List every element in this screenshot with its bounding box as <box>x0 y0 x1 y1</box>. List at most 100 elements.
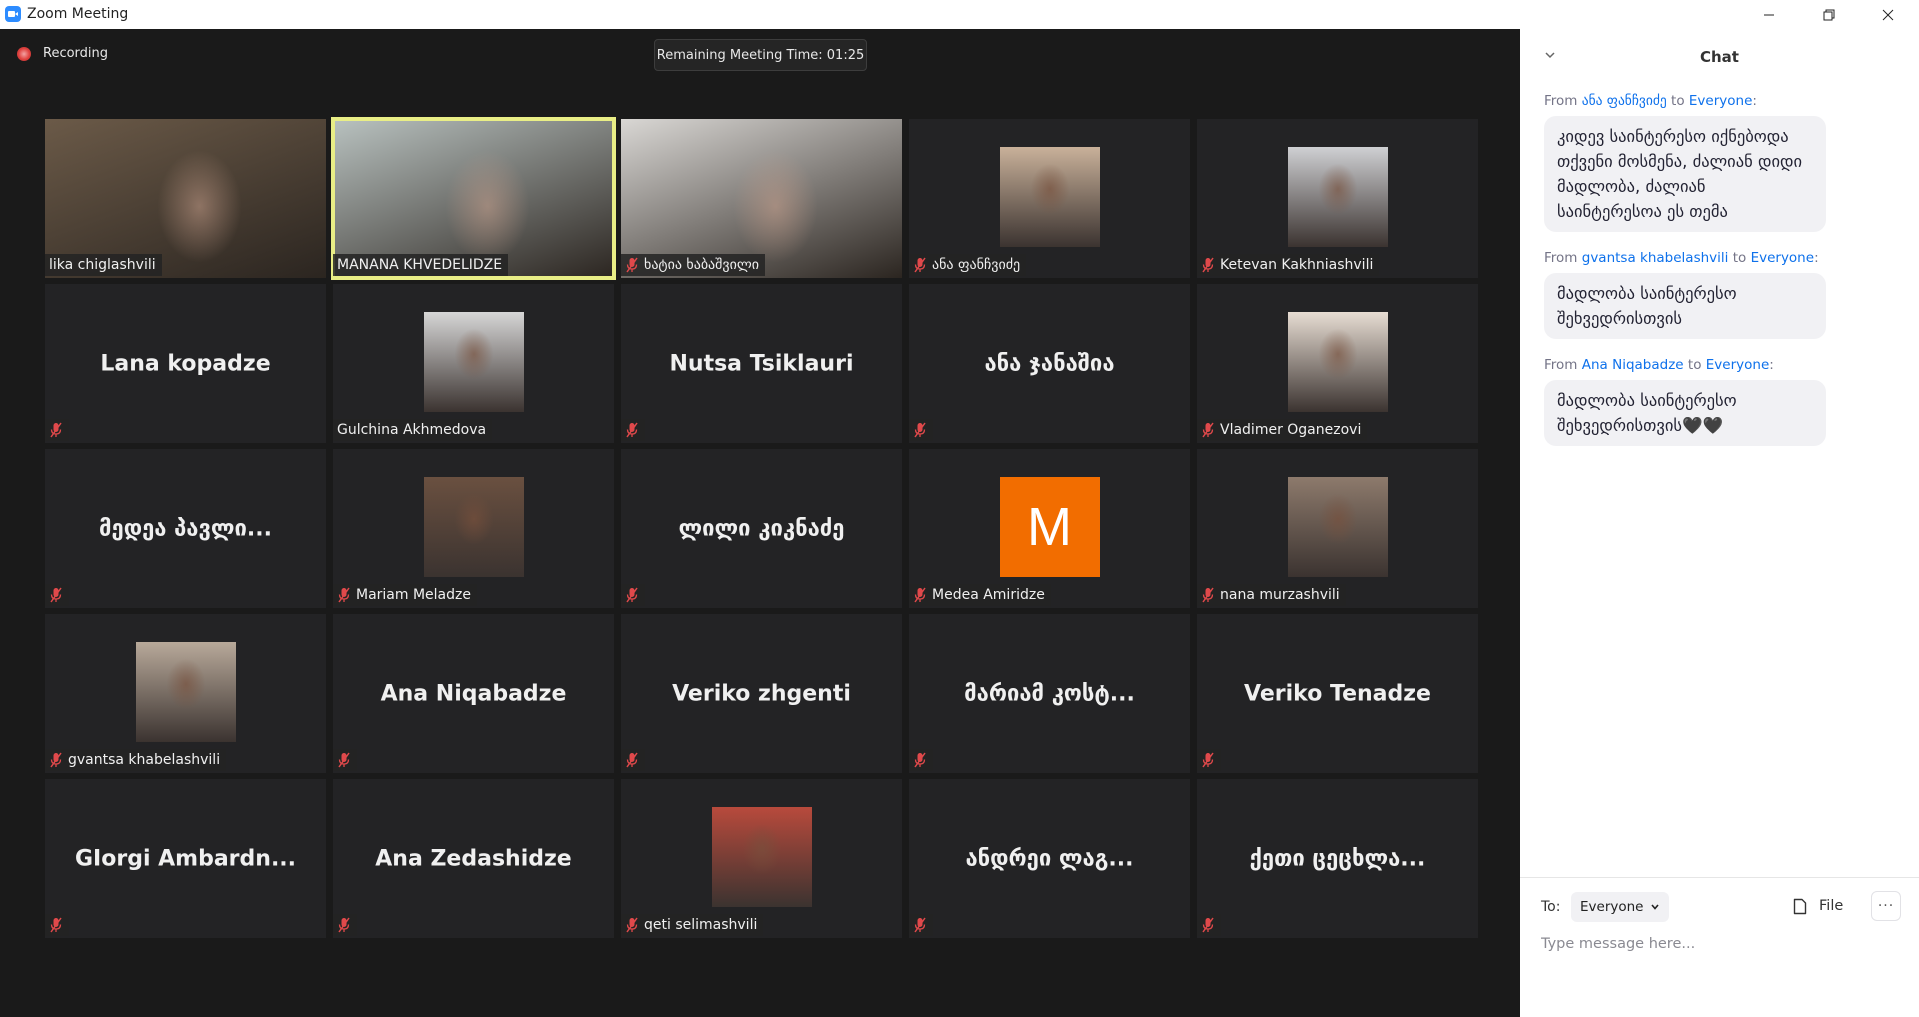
recipient-dropdown[interactable]: Everyone <box>1571 892 1669 922</box>
participant-tile[interactable]: Lana kopadze <box>45 284 326 443</box>
participant-name-bar: Vladimer Oganezovi <box>1197 419 1368 441</box>
participant-name-label: Mariam Meladze <box>356 587 471 603</box>
participant-display-name: GIorgi Ambardn... <box>74 846 297 871</box>
minimize-icon <box>1764 14 1774 15</box>
participant-tile[interactable]: მარიამ კოსტ... <box>909 614 1190 773</box>
participant-tile[interactable]: Ana Niqabadze <box>333 614 614 773</box>
participant-tile[interactable]: Veriko zhgenti <box>621 614 902 773</box>
participant-tile[interactable]: Gulchina Akhmedova <box>333 284 614 443</box>
participant-tile[interactable]: GIorgi Ambardn... <box>45 779 326 938</box>
participant-name-bar: Medea Amiridze <box>909 584 1051 606</box>
chat-message: მადლობა საინტერესო შეხვედრისთვის <box>1544 273 1894 357</box>
participant-name-label: ხატია ხაბაშვილი <box>644 257 759 273</box>
minimize-button[interactable] <box>1746 0 1792 29</box>
participant-tile[interactable]: ანა ფანჩვიძე <box>909 119 1190 278</box>
chat-title: Chat <box>1700 48 1739 66</box>
video-stage: Recording Remaining Meeting Time: 01:25 … <box>0 29 1520 1017</box>
participant-tile[interactable]: MANANA KHVEDELIDZE <box>331 117 616 280</box>
participant-tile[interactable]: lika chiglashvili <box>45 119 326 278</box>
chat-recipient-link[interactable]: Everyone <box>1689 93 1753 109</box>
recording-label: Recording <box>43 46 109 61</box>
chat-message-header: From ანა ფანჩვიძე to Everyone: <box>1544 93 1757 109</box>
participant-tile[interactable]: ანდრეი ლაგ... <box>909 779 1190 938</box>
participant-name-bar <box>909 914 933 936</box>
chat-sender-link[interactable]: ანა ფანჩვიძე <box>1582 93 1667 109</box>
participant-profile-photo <box>423 312 524 412</box>
participant-name-bar <box>1197 749 1221 771</box>
participant-tile[interactable]: ქეთი ცეცხლა... <box>1197 779 1478 938</box>
close-button[interactable] <box>1865 0 1911 29</box>
participant-display-name: Ana Zedashidze <box>375 846 572 871</box>
participant-name-bar: nana murzashvili <box>1197 584 1346 606</box>
participant-tile[interactable]: ანა ჯანაშია <box>909 284 1190 443</box>
participant-tile[interactable]: ლილი კიკნაძე <box>621 449 902 608</box>
participant-tile[interactable]: ხატია ხაბაშვილი <box>621 119 902 278</box>
mic-muted-icon <box>1201 257 1215 273</box>
chat-recipient-link[interactable]: Everyone <box>1751 250 1815 266</box>
participant-name-label: ანა ფანჩვიძე <box>932 257 1021 273</box>
chat-message-bubble: კიდევ საინტერესო იქნებოდა თქვენი მოსმენა… <box>1544 116 1826 232</box>
participant-profile-photo <box>1287 312 1388 412</box>
participant-name-label: gvantsa khabelashvili <box>68 752 221 768</box>
participant-display-name: მარიამ კოსტ... <box>964 681 1135 706</box>
mic-muted-icon <box>913 752 927 768</box>
participant-tile[interactable]: Mariam Meladze <box>333 449 614 608</box>
mic-muted-icon <box>337 587 351 603</box>
to-word: to <box>1687 357 1702 373</box>
participant-display-name: მედეა პავლი... <box>99 516 272 541</box>
chat-header: Chat <box>1520 29 1919 79</box>
chat-divider <box>1520 877 1919 878</box>
participant-tile[interactable]: qeti selimashvili <box>621 779 902 938</box>
chat-messages: From ანა ფანჩვიძე to Everyone: კიდევ საინ… <box>1544 93 1894 464</box>
participant-name-bar <box>333 749 357 771</box>
participant-tile[interactable]: Ketevan Kakhniashvili <box>1197 119 1478 278</box>
participant-tile[interactable]: gvantsa khabelashvili <box>45 614 326 773</box>
participant-tile[interactable]: Nutsa Tsiklauri <box>621 284 902 443</box>
participant-name-label: Gulchina Akhmedova <box>337 422 487 438</box>
close-icon <box>1882 9 1894 20</box>
restore-button[interactable] <box>1806 0 1852 29</box>
chat-recipient-link[interactable]: Everyone <box>1706 357 1770 373</box>
participant-tile[interactable]: მედეა პავლი... <box>45 449 326 608</box>
chat-sender-link[interactable]: Ana Niqabadze <box>1582 357 1684 373</box>
participant-name-label: Medea Amiridze <box>932 587 1045 603</box>
participant-name-bar: Ketevan Kakhniashvili <box>1197 254 1380 276</box>
participant-tile[interactable]: Veriko Tenadze <box>1197 614 1478 773</box>
participant-name-label: Vladimer Oganezovi <box>1220 422 1362 438</box>
recording-indicator[interactable]: Recording <box>17 46 108 61</box>
participant-profile-photo <box>423 477 524 577</box>
participant-tile[interactable]: M Medea Amiridze <box>909 449 1190 608</box>
participant-avatar: M <box>999 477 1100 577</box>
chat-message: კიდევ საინტერესო იქნებოდა თქვენი მოსმენა… <box>1544 116 1894 250</box>
from-word: From <box>1544 93 1578 109</box>
participant-display-name: Nutsa Tsiklauri <box>669 351 854 376</box>
chat-sender-link[interactable]: gvantsa khabelashvili <box>1582 250 1729 266</box>
participant-profile-photo <box>1287 147 1388 247</box>
to-word: to <box>1671 93 1685 109</box>
mic-muted-icon <box>1201 422 1215 438</box>
participant-name-bar <box>1197 914 1221 936</box>
mic-muted-icon <box>337 752 351 768</box>
mic-muted-icon <box>913 917 927 933</box>
participant-tile[interactable]: Vladimer Oganezovi <box>1197 284 1478 443</box>
participant-name-bar <box>621 584 645 606</box>
participant-profile-photo <box>1287 477 1388 577</box>
participant-name-bar: lika chiglashvili <box>45 254 162 276</box>
participant-tile[interactable]: nana murzashvili <box>1197 449 1478 608</box>
participant-name-bar <box>45 419 69 441</box>
message-input[interactable] <box>1541 929 1901 959</box>
from-word: From <box>1544 357 1578 373</box>
mic-muted-icon <box>1201 752 1215 768</box>
chat-message-header: From gvantsa khabelashvili to Everyone: <box>1544 250 1819 266</box>
participant-display-name: Ana Niqabadze <box>380 681 567 706</box>
participant-name-bar <box>909 749 933 771</box>
participant-name-bar: ანა ფანჩვიძე <box>909 254 1027 276</box>
recipient-value: Everyone <box>1580 899 1644 915</box>
participant-name-bar <box>621 419 645 441</box>
participant-tile[interactable]: Ana Zedashidze <box>333 779 614 938</box>
file-button[interactable]: File <box>1793 891 1843 921</box>
participant-display-name: ანდრეი ლაგ... <box>965 846 1134 871</box>
more-options-button[interactable]: ··· <box>1871 891 1901 921</box>
participant-name-label: lika chiglashvili <box>49 257 156 273</box>
mic-muted-icon <box>49 587 63 603</box>
